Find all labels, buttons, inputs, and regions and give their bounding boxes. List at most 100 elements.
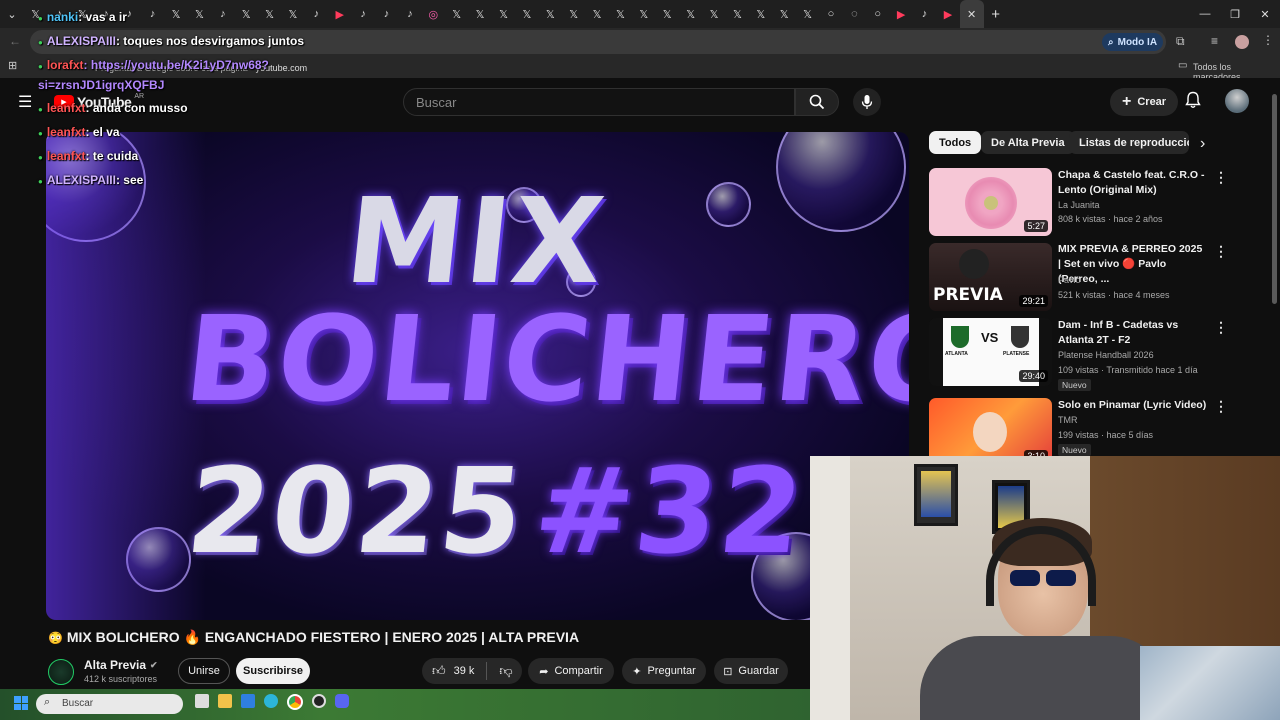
- search-input[interactable]: Buscar: [403, 88, 795, 116]
- browser-tab[interactable]: 𝕏: [258, 0, 281, 28]
- browser-tab[interactable]: ♪: [211, 0, 234, 28]
- chip-all[interactable]: Todos: [929, 131, 982, 154]
- browser-tab[interactable]: ♪: [375, 0, 398, 28]
- browser-tab[interactable]: 𝕏: [749, 0, 772, 28]
- menu-icon[interactable]: ⋮: [1262, 33, 1274, 47]
- browser-tab[interactable]: ○: [866, 0, 889, 28]
- page-scrollbar[interactable]: [1272, 94, 1277, 304]
- browser-tab[interactable]: 𝕏: [726, 0, 749, 28]
- notifications-bell-icon[interactable]: [1185, 91, 1201, 114]
- browser-tab[interactable]: ♪: [141, 0, 164, 28]
- chip-playlists[interactable]: Listas de reproducción: [1069, 131, 1189, 154]
- browser-tab[interactable]: 𝕏: [468, 0, 491, 28]
- rec-channel[interactable]: La Juanita: [1058, 200, 1100, 210]
- minimize-icon[interactable]: —: [1190, 0, 1220, 28]
- share-label: Compartir: [554, 665, 603, 677]
- browser-tab[interactable]: 𝕏: [773, 0, 796, 28]
- rec-more-icon[interactable]: ⋮: [1214, 398, 1228, 415]
- browser-tab[interactable]: ▶: [328, 0, 351, 28]
- browser-tab[interactable]: 𝕏: [445, 0, 468, 28]
- thumbs-down-icon[interactable]: 👎︎: [499, 663, 512, 679]
- explorer-icon[interactable]: [218, 694, 232, 708]
- back-icon[interactable]: ←: [9, 34, 21, 48]
- team1-label: ATLANTA: [945, 351, 968, 357]
- sparkle-icon: ✦: [632, 665, 642, 678]
- browser-tab[interactable]: 𝕏: [656, 0, 679, 28]
- thumb-title-number: #32: [527, 442, 812, 580]
- account-avatar[interactable]: [1225, 89, 1249, 113]
- rec-duration: 29:21: [1019, 295, 1048, 307]
- store-icon[interactable]: [241, 694, 255, 708]
- subscribe-button[interactable]: Suscribirse: [236, 658, 310, 684]
- media-icon[interactable]: ≡: [1211, 34, 1218, 48]
- restore-icon[interactable]: ❐: [1220, 0, 1250, 28]
- search-button[interactable]: [795, 88, 839, 116]
- browser-tab[interactable]: 𝕏: [539, 0, 562, 28]
- browser-tab[interactable]: 𝕏: [679, 0, 702, 28]
- rec-thumbnail[interactable]: 5:27: [929, 168, 1052, 236]
- share-button[interactable]: ➦ Compartir: [528, 658, 614, 684]
- browser-tab[interactable]: ▶: [936, 0, 959, 28]
- save-button[interactable]: ⊡ Guardar: [714, 658, 788, 684]
- chips-next-icon[interactable]: ›: [1200, 135, 1205, 153]
- browser-tab[interactable]: 𝕏: [585, 0, 608, 28]
- browser-tab[interactable]: 𝕏: [702, 0, 725, 28]
- chrome-icon[interactable]: [287, 694, 303, 710]
- rec-channel[interactable]: Pavlo: [1058, 275, 1081, 285]
- rec-title[interactable]: Dam - Inf B - Cadetas vs Atlanta 2T - F2: [1058, 318, 1208, 348]
- discord-icon[interactable]: [335, 694, 349, 708]
- new-tab-button[interactable]: +: [984, 0, 1008, 28]
- apps-icon[interactable]: ⊞: [8, 59, 17, 72]
- task-view-icon[interactable]: [195, 694, 209, 708]
- browser-tab[interactable]: 𝕏: [515, 0, 538, 28]
- channel-name[interactable]: Alta Previa ✔: [84, 658, 158, 672]
- channel-avatar[interactable]: [48, 659, 74, 685]
- browser-tab[interactable]: 𝕏: [164, 0, 187, 28]
- browser-tab[interactable]: 𝕏: [562, 0, 585, 28]
- browser-tab[interactable]: 𝕏: [632, 0, 655, 28]
- tab-search-icon[interactable]: ⌄: [0, 0, 24, 28]
- chip-alta-previa[interactable]: De Alta Previa: [981, 131, 1075, 154]
- browser-tab[interactable]: 𝕏: [796, 0, 819, 28]
- active-tab-close-icon[interactable]: ✕: [959, 0, 984, 28]
- browser-tab[interactable]: ◎: [422, 0, 445, 28]
- browser-tab[interactable]: ▶: [889, 0, 912, 28]
- profile-avatar[interactable]: [1235, 35, 1249, 49]
- browser-tab[interactable]: 𝕏: [609, 0, 632, 28]
- rec-thumbnail[interactable]: VS ATLANTA PLATENSE 29:40: [929, 318, 1052, 386]
- rec-title[interactable]: Chapa & Castelo feat. C.R.O - Lento (Ori…: [1058, 168, 1208, 198]
- rec-thumbnail[interactable]: PREVIA 29:21: [929, 243, 1052, 311]
- taskbar-search[interactable]: ⌕ Buscar: [36, 694, 183, 714]
- browser-tab[interactable]: 𝕏: [492, 0, 515, 28]
- browser-tab[interactable]: ◌: [843, 0, 866, 28]
- extensions-icon[interactable]: ⧉: [1176, 34, 1185, 49]
- windows-start-icon[interactable]: [14, 696, 28, 710]
- voice-search-button[interactable]: [853, 88, 881, 116]
- rec-title[interactable]: Solo en Pinamar (Lyric Video): [1058, 398, 1208, 413]
- browser-tab[interactable]: ♪: [913, 0, 936, 28]
- like-button[interactable]: 👍︎ 39 k: [432, 663, 474, 679]
- rec-more-icon[interactable]: ⋮: [1214, 319, 1228, 336]
- ask-button[interactable]: ✦ Preguntar: [622, 658, 706, 684]
- browser-tab[interactable]: 𝕏: [281, 0, 304, 28]
- rec-channel[interactable]: TMR: [1058, 415, 1078, 425]
- rec-more-icon[interactable]: ⋮: [1214, 169, 1228, 186]
- hamburger-menu-icon[interactable]: ☰: [18, 92, 32, 112]
- edge-icon[interactable]: [264, 694, 278, 708]
- rec-channel[interactable]: Platense Handball 2026: [1058, 350, 1154, 360]
- browser-tab[interactable]: ♪: [351, 0, 374, 28]
- browser-tab[interactable]: ○: [819, 0, 842, 28]
- rec-more-icon[interactable]: ⋮: [1214, 243, 1228, 260]
- create-button[interactable]: + Crear: [1110, 88, 1179, 116]
- ai-mode-button[interactable]: ⌕ Modo IA: [1102, 33, 1164, 51]
- close-window-icon[interactable]: ✕: [1250, 0, 1280, 28]
- browser-tab[interactable]: 𝕏: [235, 0, 258, 28]
- join-button[interactable]: Unirse: [178, 658, 230, 684]
- video-player[interactable]: MIX BOLICHERO 2025 #32: [46, 132, 909, 620]
- browser-tab[interactable]: 𝕏: [188, 0, 211, 28]
- obs-icon[interactable]: [312, 694, 326, 708]
- browser-tab[interactable]: ♪: [305, 0, 328, 28]
- browser-tab[interactable]: ♪: [398, 0, 421, 28]
- chat-badge-icon: ●: [38, 14, 43, 23]
- create-label: Crear: [1137, 96, 1167, 108]
